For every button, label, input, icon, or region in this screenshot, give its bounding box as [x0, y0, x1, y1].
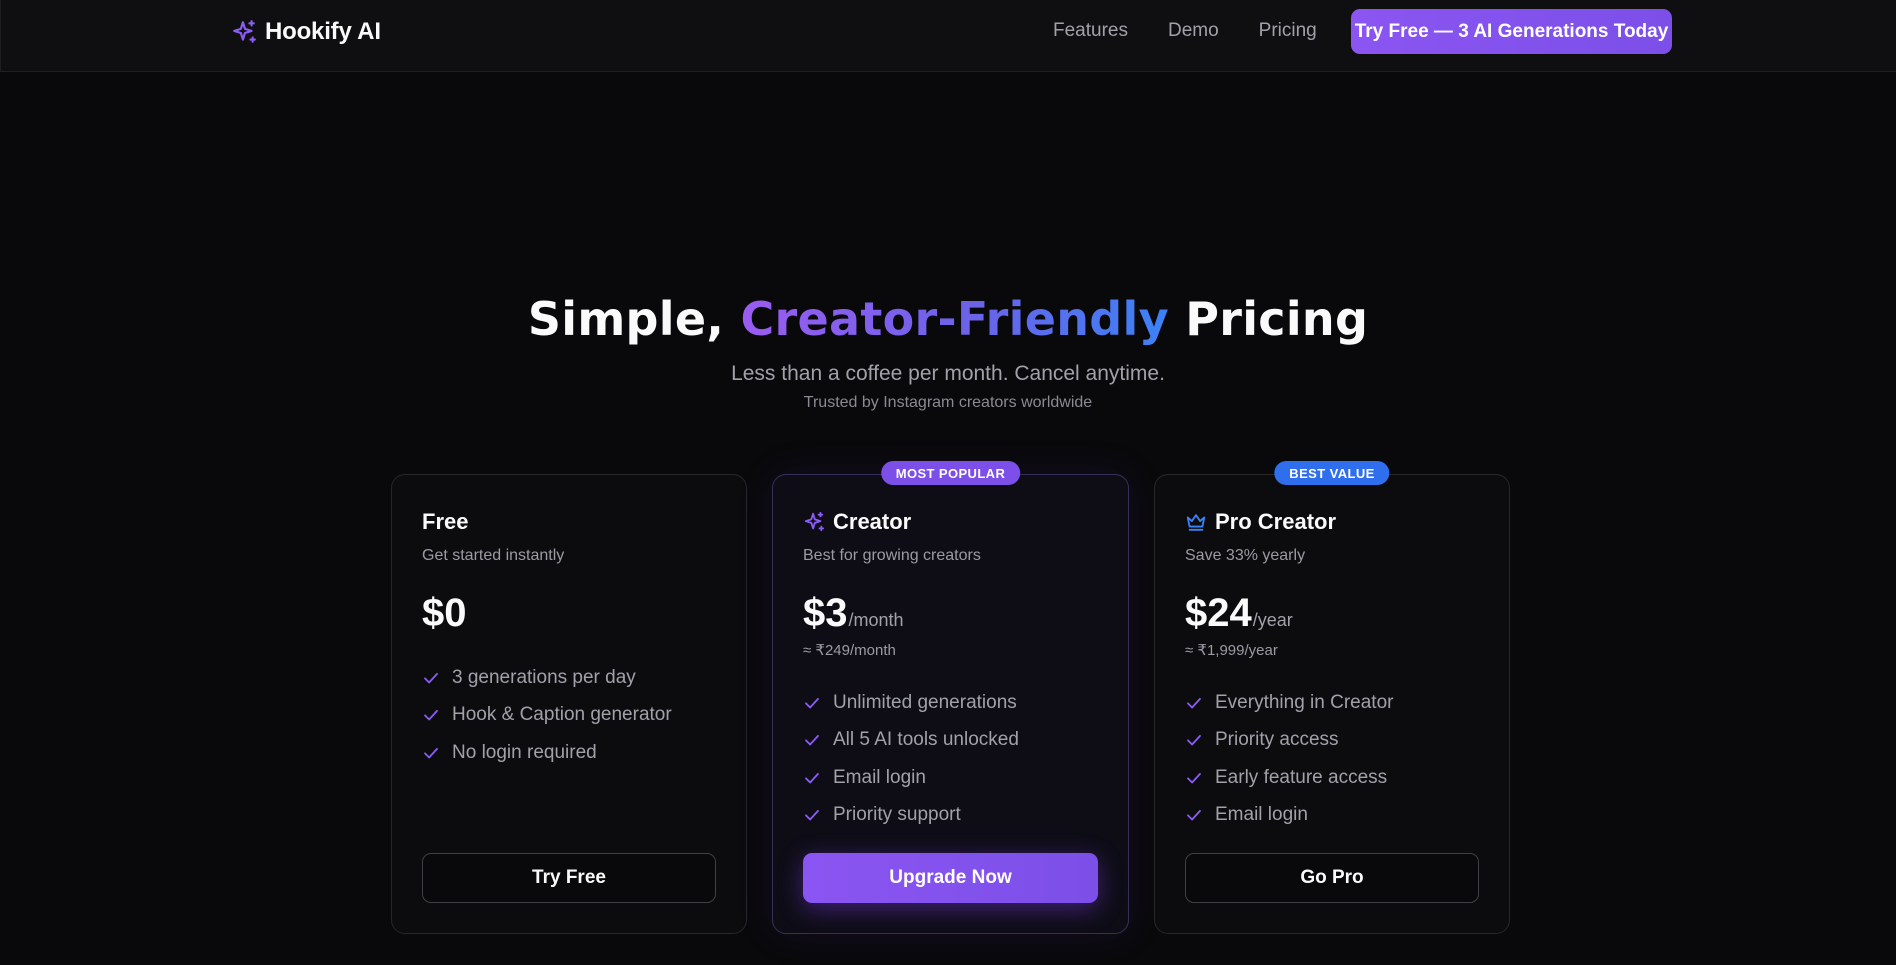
crown-icon: [1185, 511, 1207, 533]
plan-header: Free: [422, 509, 468, 535]
feature-list: Everything in Creator Priority access Ea…: [1185, 684, 1393, 834]
feature-item: Email login: [803, 759, 1019, 797]
feature-text: Email login: [1215, 804, 1308, 826]
feature-text: Hook & Caption generator: [452, 704, 672, 726]
most-popular-badge: MOST POPULAR: [880, 461, 1021, 485]
best-value-badge: BEST VALUE: [1274, 461, 1390, 485]
feature-item: 3 generations per day: [422, 659, 672, 697]
brand-logo[interactable]: Hookify AI: [231, 17, 381, 47]
navbar: Hookify AI Features Demo Pricing Try Fre…: [0, 0, 1896, 72]
feature-list: 3 generations per day Hook & Caption gen…: [422, 659, 672, 772]
title-highlight: Creator-Friendly: [740, 292, 1169, 346]
check-icon: [424, 747, 438, 759]
plan-period: /month: [848, 610, 904, 630]
plan-price-row: $0: [422, 591, 467, 636]
plan-period: /year: [1252, 610, 1293, 630]
sparkles-icon: [803, 511, 825, 533]
plan-card-pro-creator: BEST VALUE Pro Creator Save 33% yearly $…: [1154, 461, 1510, 934]
feature-text: No login required: [452, 741, 597, 763]
check-icon: [1187, 810, 1201, 821]
feature-item: Priority access: [1185, 722, 1393, 760]
feature-item: All 5 AI tools unlocked: [803, 722, 1019, 760]
feature-item: Unlimited generations: [803, 684, 1019, 722]
plan-card-free: Free Get started instantly $0 3 generati…: [391, 474, 747, 934]
feature-text: All 5 AI tools unlocked: [833, 729, 1019, 751]
feature-item: Email login: [1185, 797, 1393, 835]
feature-text: Unlimited generations: [833, 691, 1017, 713]
plan-description: Get started instantly: [422, 547, 565, 564]
plan-name: Creator: [833, 509, 912, 534]
plan-name: Pro Creator: [1215, 509, 1337, 534]
feature-text: Everything in Creator: [1215, 691, 1394, 713]
feature-text: Priority support: [833, 804, 961, 826]
plan-price-inr: ≈ ₹1,999/year: [1185, 642, 1278, 659]
go-pro-button[interactable]: Go Pro: [1185, 853, 1479, 903]
nav-link-demo[interactable]: Demo: [1168, 20, 1219, 42]
nav-links: Features Demo Pricing: [1053, 20, 1357, 42]
try-free-cta-button[interactable]: Try Free — 3 AI Generations Today: [1351, 9, 1672, 54]
plan-price: $3: [803, 591, 848, 635]
check-icon: [424, 672, 438, 684]
feature-text: Email login: [833, 766, 926, 788]
feature-list: Unlimited generations All 5 AI tools unl…: [803, 684, 1019, 834]
feature-item: Everything in Creator: [1185, 684, 1393, 722]
plan-header: Pro Creator: [1185, 509, 1336, 535]
plan-price-row: $3 /month: [803, 591, 904, 636]
hero-subtitle: Less than a coffee per month. Cancel any…: [731, 362, 1165, 385]
check-icon: [1187, 772, 1201, 784]
plan-price: $24: [1185, 591, 1252, 635]
check-icon: [805, 697, 819, 709]
plan-card-creator: MOST POPULAR Creator Best for growing cr…: [772, 461, 1129, 934]
nav-link-pricing[interactable]: Pricing: [1259, 20, 1317, 42]
plan-description: Save 33% yearly: [1185, 547, 1306, 564]
feature-item: Early feature access: [1185, 759, 1393, 797]
plan-header: Creator: [803, 509, 911, 535]
plan-name: Free: [422, 509, 469, 534]
try-free-button[interactable]: Try Free: [422, 853, 716, 903]
check-icon: [1187, 697, 1201, 709]
check-icon: [1187, 735, 1201, 746]
title-post: Pricing: [1168, 292, 1369, 346]
plan-price-inr: ≈ ₹249/month: [803, 642, 896, 659]
feature-item: Hook & Caption generator: [422, 697, 672, 735]
check-icon: [424, 710, 438, 721]
check-icon: [805, 810, 819, 821]
nav-link-features[interactable]: Features: [1053, 20, 1128, 42]
feature-item: No login required: [422, 734, 672, 772]
plan-price: $0: [422, 591, 467, 635]
feature-text: Early feature access: [1215, 766, 1388, 788]
feature-text: Priority access: [1215, 729, 1339, 751]
brand-name: Hookify AI: [265, 18, 381, 45]
feature-text: 3 generations per day: [452, 666, 636, 688]
page-title: Simple, Creator-Friendly Pricing: [0, 292, 1896, 346]
feature-item: Priority support: [803, 797, 1019, 835]
hero-trust-line: Trusted by Instagram creators worldwide: [803, 394, 1093, 411]
sparkles-icon: [231, 19, 257, 45]
title-pre: Simple,: [527, 292, 741, 346]
check-icon: [805, 735, 819, 746]
plan-price-row: $24 /year: [1185, 591, 1293, 636]
check-icon: [805, 772, 819, 784]
upgrade-now-button[interactable]: Upgrade Now: [803, 853, 1098, 903]
plan-description: Best for growing creators: [803, 547, 981, 564]
